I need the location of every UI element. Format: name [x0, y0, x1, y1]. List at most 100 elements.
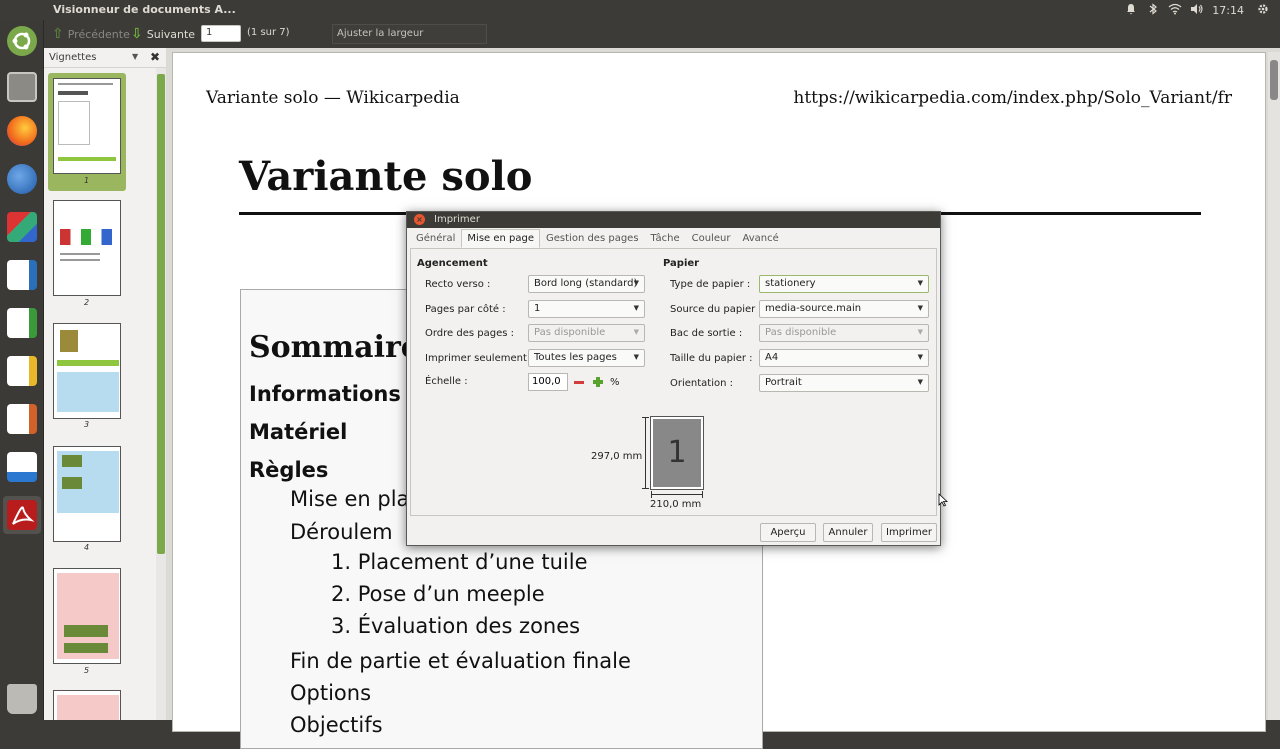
- bac-sortie-select: Pas disponible ▼: [759, 324, 929, 342]
- toc-item-pose[interactable]: 2. Pose d’un meeple: [331, 582, 545, 606]
- ubuntu-icon: [7, 26, 37, 56]
- toc-item-placement[interactable]: 1. Placement d’une tuile: [331, 550, 588, 574]
- system-tray: 17:14: [1120, 2, 1274, 18]
- thumbnail-number: 5: [84, 666, 90, 675]
- impress-icon: [7, 404, 37, 434]
- toc-item-materiel[interactable]: Matériel: [249, 420, 347, 444]
- next-button[interactable]: ⇩ Suivante: [131, 26, 195, 42]
- plus-icon[interactable]: [591, 375, 605, 389]
- tab-avance[interactable]: Avancé: [736, 229, 784, 248]
- toc-item-mise-en-place[interactable]: Mise en pla: [290, 487, 409, 511]
- recto-verso-select[interactable]: Bord long (standard) ▼: [528, 275, 645, 293]
- recto-verso-label: Recto verso :: [425, 279, 491, 290]
- calc-icon: [7, 308, 37, 338]
- launcher-thunderbird[interactable]: [3, 160, 41, 198]
- sidebar-scrollbar[interactable]: [156, 68, 166, 720]
- wifi-icon[interactable]: [1164, 3, 1186, 18]
- sidebar-dropdown-icon[interactable]: ▼: [132, 52, 138, 61]
- sidebar-title: Vignettes: [49, 52, 97, 63]
- source-papier-value: media-source.main: [765, 303, 862, 314]
- toc-item-deroulement[interactable]: Déroulem: [290, 520, 393, 544]
- toc-item-options[interactable]: Options: [290, 681, 371, 705]
- taille-papier-select[interactable]: A4 ▼: [759, 349, 929, 367]
- ordre-pages-select: Pas disponible ▼: [528, 324, 645, 342]
- bac-sortie-value: Pas disponible: [765, 327, 837, 338]
- zoom-select[interactable]: Ajuster la largeur: [332, 24, 487, 44]
- section-agencement: Agencement: [417, 258, 488, 269]
- toc-item-objectifs[interactable]: Objectifs: [290, 713, 383, 737]
- dropdown-arrow-icon: ▼: [633, 353, 639, 361]
- width-ruler: [651, 491, 703, 498]
- previous-label: Précédente: [67, 27, 130, 41]
- launcher-software[interactable]: [3, 448, 41, 486]
- launcher-files[interactable]: [3, 68, 41, 106]
- thumbnail-page-5[interactable]: [53, 568, 121, 664]
- page-header-url[interactable]: https://wikicarpedia.com/index.php/Solo_…: [793, 88, 1232, 108]
- imprimer-seulement-select[interactable]: Toutes les pages ▼: [528, 349, 645, 367]
- dialog-titlebar: × Imprimer: [407, 212, 940, 228]
- clock[interactable]: 17:14: [1208, 4, 1252, 17]
- close-icon[interactable]: ×: [414, 214, 425, 225]
- dropdown-arrow-icon: ▼: [633, 279, 639, 287]
- tab-gestion-pages[interactable]: Gestion des pages: [540, 229, 645, 248]
- source-papier-select[interactable]: media-source.main ▼: [759, 300, 929, 318]
- apercu-button[interactable]: Aperçu: [760, 523, 816, 542]
- launcher-writer[interactable]: [3, 256, 41, 294]
- thumbnail-page-3[interactable]: [53, 323, 121, 419]
- dropdown-arrow-icon: ▼: [633, 328, 639, 336]
- bluetooth-icon[interactable]: [1142, 2, 1164, 18]
- document-scrollbar[interactable]: [1268, 52, 1280, 720]
- imprimer-button[interactable]: Imprimer: [881, 523, 937, 542]
- launcher-draw[interactable]: [3, 352, 41, 390]
- sidebar-scroll-thumb[interactable]: [157, 74, 165, 554]
- page-number-input[interactable]: 1: [201, 25, 241, 42]
- launcher-calc[interactable]: [3, 304, 41, 342]
- draw-icon: [7, 356, 37, 386]
- mouse-cursor-icon: [938, 493, 948, 507]
- paper-width-label: 210,0 mm: [650, 499, 702, 510]
- toc-item-evaluation[interactable]: 3. Évaluation des zones: [331, 614, 580, 638]
- sidebar-close-icon[interactable]: ✖: [150, 50, 160, 64]
- volume-icon[interactable]: [1186, 3, 1208, 18]
- dropdown-arrow-icon: ▼: [917, 353, 923, 361]
- thumbnail-page-4[interactable]: [53, 446, 121, 542]
- pages-par-cote-select[interactable]: 1 ▼: [528, 300, 645, 318]
- thunderbird-icon: [7, 164, 37, 194]
- recto-verso-value: Bord long (standard): [534, 278, 638, 289]
- tab-content: Agencement Papier Recto verso : Bord lon…: [410, 248, 937, 516]
- thumbnail-number: 3: [84, 420, 90, 429]
- tab-general[interactable]: Général: [410, 229, 461, 248]
- annuler-button[interactable]: Annuler: [823, 523, 873, 542]
- launcher-trash[interactable]: [3, 680, 41, 718]
- sidebar-header: Vignettes ▼ ✖: [44, 48, 166, 68]
- gear-icon[interactable]: [1252, 3, 1274, 18]
- toc-item-fin[interactable]: Fin de partie et évaluation finale: [290, 649, 631, 673]
- toc-item-regles[interactable]: Règles: [249, 458, 328, 482]
- thumbnail-page-6[interactable]: [53, 690, 121, 720]
- type-papier-select[interactable]: stationery ▼: [759, 275, 929, 293]
- bell-icon[interactable]: [1120, 3, 1142, 18]
- minus-icon[interactable]: [572, 375, 586, 389]
- launcher-ubuntu[interactable]: [3, 22, 41, 60]
- launcher-impress[interactable]: [3, 400, 41, 438]
- arrow-up-icon: ⇧: [52, 26, 64, 42]
- pdf-icon: [7, 212, 37, 242]
- next-label: Suivante: [146, 27, 196, 41]
- tab-couleur[interactable]: Couleur: [686, 229, 737, 248]
- thumbnail-page-2[interactable]: [53, 200, 121, 296]
- orientation-select[interactable]: Portrait ▼: [759, 374, 929, 392]
- firefox-icon: [7, 116, 37, 146]
- launcher-firefox[interactable]: [3, 112, 41, 150]
- launcher-pdf-tool[interactable]: [3, 208, 41, 246]
- tab-mise-en-page[interactable]: Mise en page: [461, 229, 541, 248]
- launcher: [0, 20, 44, 720]
- tab-tache[interactable]: Tâche: [645, 229, 686, 248]
- launcher-acrobat[interactable]: [3, 496, 41, 534]
- ordre-pages-label: Ordre des pages :: [425, 328, 514, 339]
- previous-button[interactable]: ⇧ Précédente: [52, 26, 130, 42]
- toc-item-informations[interactable]: Informations: [249, 382, 401, 406]
- document-scroll-thumb[interactable]: [1270, 60, 1278, 100]
- echelle-input[interactable]: 100,0: [528, 373, 568, 391]
- thumbnail-page-1[interactable]: [53, 78, 121, 174]
- imprimer-seulement-label: Imprimer seulement :: [425, 353, 534, 364]
